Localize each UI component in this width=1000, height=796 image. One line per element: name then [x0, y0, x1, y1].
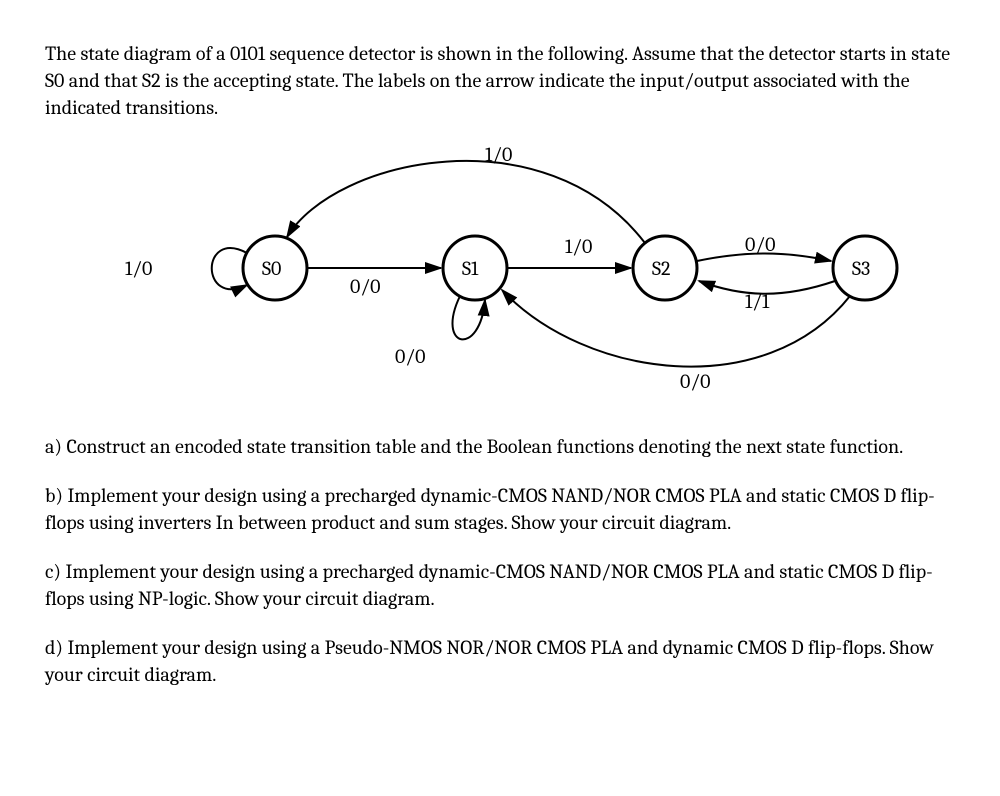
edge-s3-s1-bottom [502, 290, 850, 367]
edge-s3-s1-bottom-label: 0/0 [680, 370, 710, 393]
edge-s1-s2-label: 1/0 [565, 235, 592, 258]
state-s2-label: S2 [652, 257, 671, 280]
state-s3-label: S3 [852, 257, 870, 280]
state-s1-label: S1 [462, 257, 479, 280]
edge-s0-s1-label: 0/0 [350, 275, 380, 298]
edge-s2-s0-top [287, 161, 645, 243]
edge-s0-self-label: 1/0 [125, 257, 152, 280]
edge-s1-self-label: 0/0 [395, 345, 425, 368]
state-diagram: S0 S1 S2 S3 1/0 0/0 0/0 1/0 1/0 0/0 1/1 … [105, 143, 955, 403]
state-s0-label: S0 [262, 257, 281, 280]
part-b: b) Implement your design using a prechar… [45, 482, 955, 536]
edge-s2-s3-label: 0/0 [745, 233, 775, 256]
part-a: a) Construct an encoded state transition… [45, 433, 955, 460]
edge-s1-self [452, 296, 485, 339]
part-c: c) Implement your design using a prechar… [45, 558, 955, 612]
intro-paragraph: The state diagram of a 0101 sequence det… [45, 40, 955, 121]
edge-s2-s0-top-label: 1/0 [485, 143, 512, 166]
edge-s3-s2-label: 1/1 [745, 290, 770, 313]
part-d: d) Implement your design using a Pseudo-… [45, 634, 955, 688]
